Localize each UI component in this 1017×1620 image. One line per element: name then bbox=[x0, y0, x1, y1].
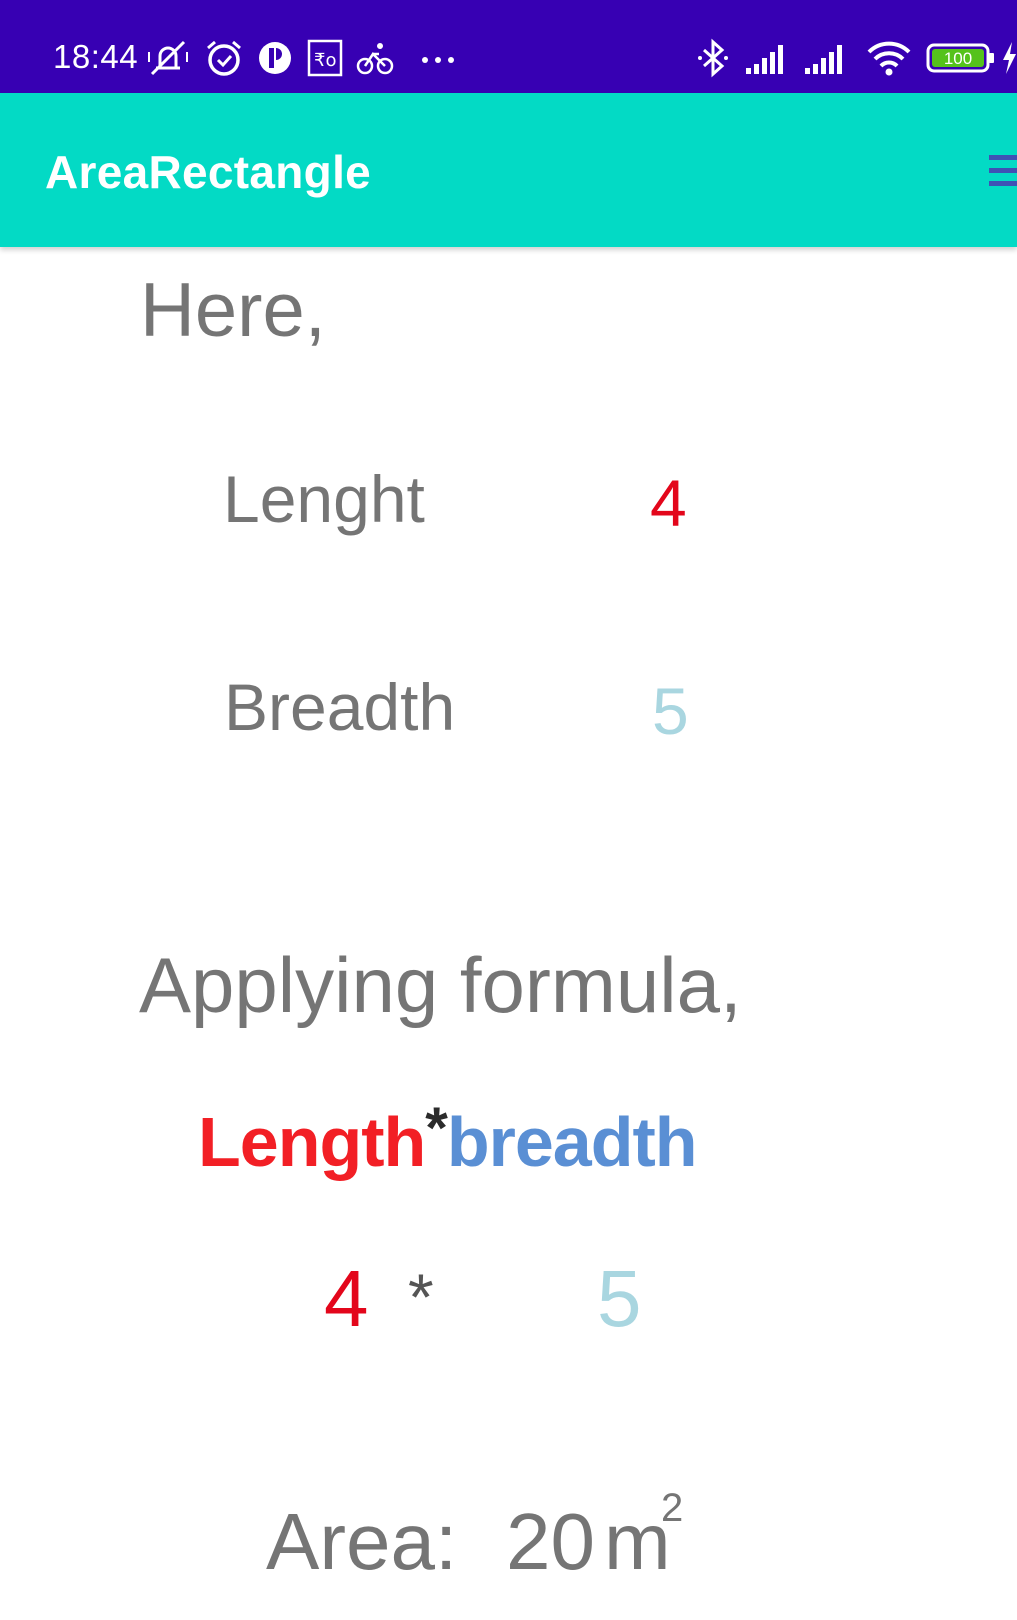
mute-icon bbox=[148, 40, 188, 76]
substitution-length-value: 4 bbox=[324, 1254, 369, 1343]
length-label: Lenght bbox=[223, 462, 425, 536]
breadth-value: 5 bbox=[652, 674, 689, 748]
length-value: 4 bbox=[650, 466, 687, 540]
cycling-icon bbox=[356, 43, 394, 75]
app-notification-icon bbox=[259, 42, 291, 74]
status-bar: 18:44 ₹o 100 bbox=[0, 0, 1017, 93]
area-value: 20 bbox=[506, 1497, 595, 1586]
substitution-operator: * bbox=[408, 1260, 434, 1334]
formula-breadth-part: breadth bbox=[446, 1103, 698, 1181]
svg-text:100: 100 bbox=[944, 49, 972, 68]
applying-formula-label: Applying formula, bbox=[139, 941, 742, 1029]
rupee-icon: ₹o bbox=[307, 39, 343, 77]
area-label: Area: bbox=[266, 1497, 458, 1586]
formula-operator: * bbox=[425, 1096, 448, 1161]
formula-image: Length*breadth bbox=[198, 1100, 698, 1178]
formula-length-part: Length bbox=[198, 1103, 426, 1181]
svg-text:₹o: ₹o bbox=[314, 50, 336, 71]
battery-icon: 100 bbox=[926, 43, 994, 73]
breadth-label: Breadth bbox=[224, 670, 456, 744]
status-time: 18:44 bbox=[53, 38, 139, 75]
more-notifications-icon bbox=[422, 57, 454, 63]
alarm-icon bbox=[207, 40, 241, 76]
menu-icon[interactable] bbox=[989, 153, 1017, 189]
here-label: Here, bbox=[140, 268, 326, 353]
app-bar: AreaRectangle bbox=[0, 93, 1017, 247]
wifi-icon bbox=[867, 41, 911, 76]
signal-icon bbox=[746, 45, 783, 74]
bluetooth-icon bbox=[698, 38, 728, 78]
charging-icon bbox=[1003, 42, 1016, 74]
area-unit-exponent: 2 bbox=[661, 1486, 684, 1530]
app-title: AreaRectangle bbox=[45, 146, 372, 198]
signal-icon bbox=[805, 45, 842, 74]
substitution-breadth-value: 5 bbox=[597, 1254, 642, 1343]
